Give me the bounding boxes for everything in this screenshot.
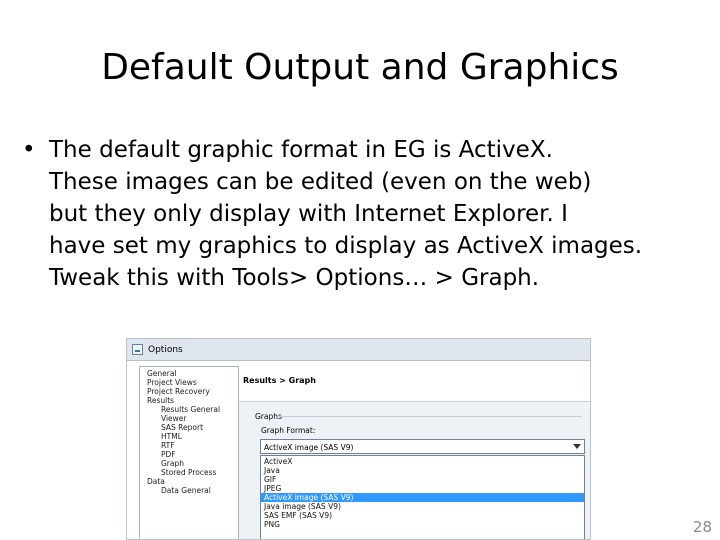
- panel-header: Results > Graph: [239, 366, 590, 402]
- page-number: 28: [692, 518, 712, 536]
- panel-title: Results > Graph: [243, 376, 316, 385]
- bullet-line: Tweak this with Tools> Options… > Graph.: [49, 265, 540, 291]
- graph-format-options[interactable]: ActiveX Java GIF JPEG ActiveX image (SAS…: [260, 455, 585, 539]
- bullet-line: but they only display with Internet Expl…: [49, 201, 568, 227]
- tree-item-data[interactable]: Data: [147, 477, 165, 486]
- tree-item-stored-process[interactable]: Stored Process: [161, 468, 216, 477]
- options-dialog-screenshot: Options General Project Views Project Re…: [126, 338, 591, 540]
- dialog-titlebar: Options: [127, 339, 590, 361]
- group-divider: [277, 416, 582, 417]
- format-option[interactable]: JPEG: [261, 484, 584, 493]
- format-option[interactable]: SAS EMF (SAS V9): [261, 511, 584, 520]
- graph-format-value: ActiveX image (SAS V9): [264, 443, 354, 452]
- bullet-line: have set my graphics to display as Activ…: [49, 233, 643, 259]
- tree-item-project-recovery[interactable]: Project Recovery: [147, 387, 210, 396]
- tree-item-data-general[interactable]: Data General: [161, 486, 211, 495]
- tree-item-graph[interactable]: Graph: [161, 459, 184, 468]
- options-tree: General Project Views Project Recovery R…: [139, 366, 239, 539]
- bullet-line: These images can be edited (even on the …: [49, 169, 592, 195]
- chevron-down-icon[interactable]: [573, 444, 581, 449]
- tree-item-results[interactable]: Results: [147, 396, 174, 405]
- tree-item-general[interactable]: General: [147, 369, 177, 378]
- format-option[interactable]: Java: [261, 466, 584, 475]
- bullet-symbol: •: [22, 137, 36, 163]
- bullet-text: The default graphic format in EG is Acti…: [49, 134, 699, 294]
- slide-title: Default Output and Graphics: [101, 47, 619, 88]
- tree-item-project-views[interactable]: Project Views: [147, 378, 197, 387]
- graph-format-select[interactable]: ActiveX image (SAS V9): [260, 439, 585, 454]
- dialog-title: Options: [148, 345, 183, 355]
- format-option[interactable]: GIF: [261, 475, 584, 484]
- tree-item-html[interactable]: HTML: [161, 432, 182, 441]
- bullet-line: The default graphic format in EG is Acti…: [49, 137, 553, 163]
- format-option[interactable]: ActiveX: [261, 457, 584, 466]
- format-option-selected[interactable]: ActiveX image (SAS V9): [261, 493, 584, 502]
- tree-item-viewer[interactable]: Viewer: [161, 414, 187, 423]
- tree-item-pdf[interactable]: PDF: [161, 450, 176, 459]
- tree-item-rtf[interactable]: RTF: [161, 441, 175, 450]
- tree-item-sas-report[interactable]: SAS Report: [161, 423, 203, 432]
- format-option[interactable]: Java image (SAS V9): [261, 502, 584, 511]
- graph-format-label: Graph Format:: [261, 426, 316, 435]
- options-window-icon: [132, 344, 143, 355]
- format-option[interactable]: PNG: [261, 520, 584, 529]
- tree-item-results-general[interactable]: Results General: [161, 405, 220, 414]
